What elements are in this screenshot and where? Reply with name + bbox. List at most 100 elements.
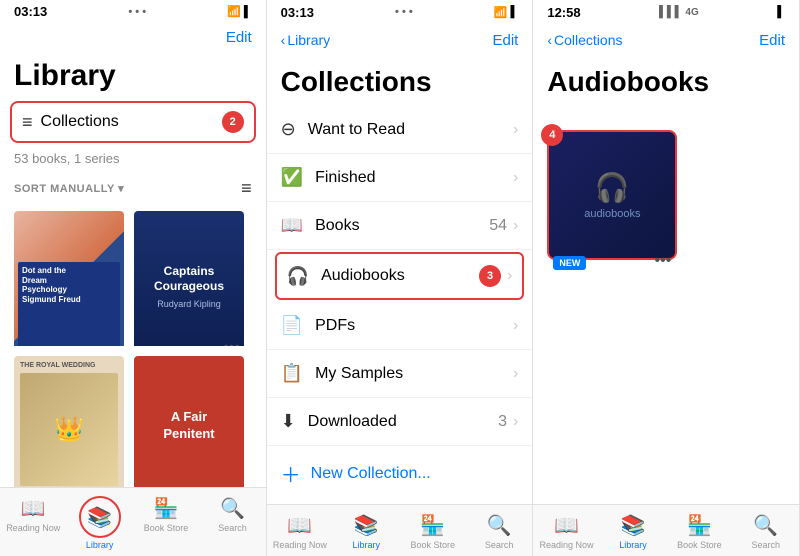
downloaded-count: 3 — [498, 413, 507, 431]
collections-label: Collections — [41, 113, 222, 131]
dots-2: • • • — [395, 6, 413, 18]
collection-downloaded[interactable]: ⬇ Downloaded 3 › — [267, 398, 533, 446]
status-bar-3: 12:58 ▌▌▌ 4G ▌ — [533, 0, 799, 22]
tab-library-2[interactable]: 📚 Library — [333, 511, 399, 552]
battery-icon-3: ▌ — [777, 6, 785, 18]
collection-finished[interactable]: ✅ Finished › — [267, 154, 533, 202]
tab-reading-now-label-2: Reading Now — [273, 540, 327, 550]
sort-bar: SORT MANUALLY ▾ ≡ — [0, 170, 266, 205]
library-icon-2: 📚 — [354, 513, 379, 538]
reading-now-icon-1: 📖 — [21, 496, 46, 521]
bookstore-icon-1: 🏪 — [154, 496, 179, 521]
back-button-3[interactable]: ‹ Collections — [547, 32, 622, 48]
new-collection-button[interactable]: ＋ New Collection... — [267, 446, 533, 501]
status-right-3: ▌ — [777, 6, 785, 18]
library-active-circle: 📚 — [79, 496, 121, 538]
tab-search-1[interactable]: 🔍 Search — [199, 494, 265, 552]
reading-now-icon-2: 📖 — [287, 513, 312, 538]
collection-books[interactable]: 📖 Books 54 › — [267, 202, 533, 250]
collections-list: ⊖ Want to Read › ✅ Finished › 📖 Books 54… — [267, 106, 533, 504]
tab-search-3[interactable]: 🔍 Search — [733, 511, 799, 552]
collection-audiobooks[interactable]: 🎧 Audiobooks 3 › — [275, 252, 525, 300]
signal-bars-3: ▌▌▌ — [659, 6, 682, 18]
chevron-downloaded: › — [513, 413, 518, 431]
collections-row[interactable]: ≡ Collections 2 — [10, 101, 256, 143]
book-2-author: Rudyard Kipling — [157, 299, 221, 309]
chevron-pdfs: › — [513, 317, 518, 335]
book-4-title: A FairPenitent — [163, 409, 214, 443]
books-count-badge: 54 — [489, 217, 507, 235]
collections-panel: 03:13 • • • 📶 ▌ ‹ Library Edit Collectio… — [267, 0, 534, 556]
want-to-read-label: Want to Read — [308, 121, 513, 139]
edit-button-3[interactable]: Edit — [759, 32, 785, 49]
tab-bookstore-2[interactable]: 🏪 Book Store — [400, 511, 466, 552]
tab-reading-now-1[interactable]: 📖 Reading Now — [0, 494, 66, 552]
audiobook-cover-1[interactable]: 4 🎧 audiobooks — [547, 130, 677, 260]
chevron-books: › — [513, 217, 518, 235]
downloaded-icon: ⬇ — [281, 411, 296, 432]
status-bar-1: 03:13 • • • 📶 ▌ — [0, 0, 266, 21]
books-icon: 📖 — [281, 215, 303, 236]
book-3[interactable]: THE ROYAL WEDDING 👑 — [14, 356, 124, 487]
sort-label[interactable]: SORT MANUALLY ▾ — [14, 182, 124, 195]
status-right-1: 📶 ▌ — [227, 5, 252, 18]
tab-search-label-3: Search — [752, 540, 781, 550]
collection-want-to-read[interactable]: ⊖ Want to Read › — [267, 106, 533, 154]
books-count: 53 books, 1 series — [0, 147, 266, 170]
search-icon-2: 🔍 — [487, 513, 512, 538]
tab-bookstore-1[interactable]: 🏪 Book Store — [133, 494, 199, 552]
tab-bookstore-label-2: Book Store — [410, 540, 455, 550]
books-label: Books — [315, 217, 489, 235]
books-grid-top: Dot and theDreamPsychologySigmund Freud … — [0, 205, 266, 346]
search-icon-1: 🔍 — [220, 496, 245, 521]
page-title-2: Collections — [267, 60, 533, 106]
status-right-2: 📶 ▌ — [494, 6, 519, 19]
want-to-read-icon: ⊖ — [281, 119, 296, 140]
audiobook-new-badge: NEW — [553, 256, 586, 270]
chevron-my-samples: › — [513, 365, 518, 383]
book-4[interactable]: A FairPenitent — [134, 356, 244, 487]
my-samples-label: My Samples — [315, 365, 513, 383]
three-dots-1[interactable]: ••• — [223, 339, 240, 346]
book-1[interactable]: Dot and theDreamPsychologySigmund Freud — [14, 211, 124, 346]
nav-bar-2: ‹ Library Edit — [267, 22, 533, 60]
collections-icon: ≡ — [22, 112, 33, 133]
tab-search-2[interactable]: 🔍 Search — [466, 511, 532, 552]
chevron-left-icon-2: ‹ — [281, 32, 286, 48]
tab-reading-now-label-1: Reading Now — [6, 523, 60, 533]
collection-my-samples[interactable]: 📋 My Samples › — [267, 350, 533, 398]
books-grid-bottom: THE ROYAL WEDDING 👑 A FairPenitent — [0, 346, 266, 487]
wifi-icon-1: 📶 — [227, 5, 241, 18]
tab-bookstore-label-3: Book Store — [677, 540, 722, 550]
bookstore-icon-3: 🏪 — [687, 513, 712, 538]
tab-reading-now-2[interactable]: 📖 Reading Now — [267, 511, 333, 552]
bottom-tabs-1: 📖 Reading Now 📚 Library 🏪 Book Store 🔍 S… — [0, 487, 266, 556]
edit-button-2[interactable]: Edit — [492, 32, 518, 49]
page-title-3: Audiobooks — [533, 60, 799, 106]
time-2: 03:13 — [281, 5, 314, 20]
plus-icon: ＋ — [281, 459, 301, 488]
audiobooks-panel: 12:58 ▌▌▌ 4G ▌ ‹ Collections Edit Audiob… — [533, 0, 800, 556]
tab-search-label-1: Search — [218, 523, 247, 533]
tab-bookstore-label-1: Book Store — [144, 523, 189, 533]
finished-label: Finished — [315, 169, 513, 187]
audiobooks-icon: 🎧 — [287, 266, 309, 287]
edit-button-1[interactable]: Edit — [226, 29, 252, 46]
chevron-want-to-read: › — [513, 121, 518, 139]
tab-reading-now-3[interactable]: 📖 Reading Now — [533, 511, 599, 552]
audiobook-three-dots[interactable]: ••• — [655, 252, 672, 270]
list-view-icon[interactable]: ≡ — [241, 178, 252, 199]
nav-bar-1: Edit — [0, 21, 266, 55]
downloaded-label: Downloaded — [308, 413, 498, 431]
tab-library-3[interactable]: 📚 Library — [600, 511, 666, 552]
time-1: 03:13 — [14, 4, 47, 19]
tab-bookstore-3[interactable]: 🏪 Book Store — [666, 511, 732, 552]
book-2[interactable]: Captains Courageous Rudyard Kipling NEW … — [134, 211, 244, 346]
collection-pdfs[interactable]: 📄 PDFs › — [267, 302, 533, 350]
status-bar-2: 03:13 • • • 📶 ▌ — [267, 0, 533, 22]
search-icon-3: 🔍 — [753, 513, 778, 538]
tab-library-1[interactable]: 📚 Library — [66, 494, 132, 552]
audiobook-label: audiobooks — [584, 208, 640, 220]
chevron-audiobooks: › — [507, 267, 512, 285]
back-button-2[interactable]: ‹ Library — [281, 32, 330, 48]
